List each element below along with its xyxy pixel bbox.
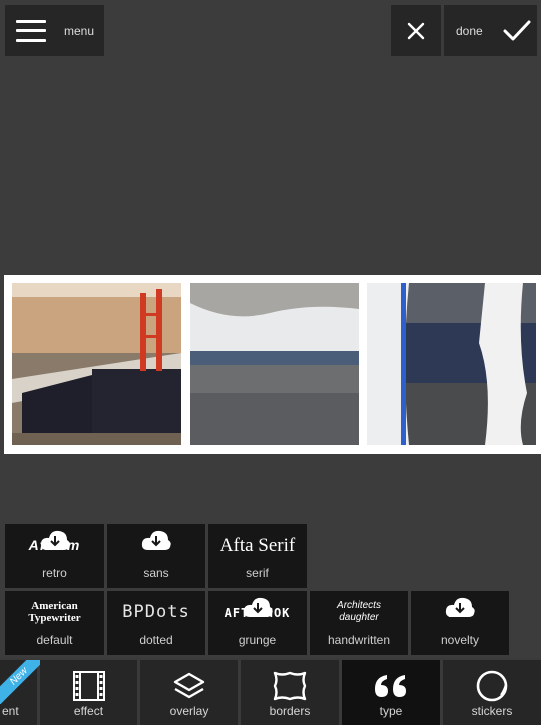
tool-borders[interactable]: borders [241, 660, 339, 725]
cloud-download-icon [40, 530, 70, 550]
tool-label: effect [73, 704, 104, 718]
checkmark-icon [503, 20, 531, 40]
border-frame-icon [272, 668, 308, 704]
tool-effect[interactable]: effect [40, 660, 137, 725]
done-label: done [456, 23, 483, 38]
font-tile-default[interactable]: American Typewriter default [5, 591, 104, 655]
tool-label: borders [269, 704, 311, 718]
bottom-toolbar: New ent effect overlay borders type stic… [0, 658, 541, 725]
tool-type[interactable]: type [342, 660, 440, 725]
font-name: novelty [440, 633, 480, 647]
photo-2[interactable] [190, 283, 359, 445]
close-button[interactable] [391, 5, 441, 56]
tool-adjustment[interactable]: New ent [0, 660, 44, 725]
tool-label: overlay [169, 704, 209, 718]
font-sample: American Typewriter [28, 600, 81, 624]
circle-sticker-icon [474, 668, 510, 704]
menu-button[interactable]: menu [5, 5, 104, 56]
tool-label: stickers [471, 704, 513, 718]
font-tile-dotted[interactable]: BPDots dotted [107, 591, 205, 655]
film-frame-icon [71, 668, 107, 704]
font-tile-sans[interactable]: A h sans [107, 524, 205, 588]
font-tile-retro[interactable]: AfASm retro [5, 524, 104, 588]
font-tile-serif[interactable]: Afta Serif serif [208, 524, 307, 588]
cloud-download-icon [141, 530, 171, 550]
tool-overlay[interactable]: overlay [140, 660, 238, 725]
font-tile-grunge[interactable]: AFTE HOK grunge [208, 591, 307, 655]
font-sample: Architects daughter [337, 600, 381, 623]
font-sample: Afta Serif [219, 535, 296, 556]
photo-strip [4, 275, 541, 454]
hamburger-icon [16, 19, 46, 42]
cloud-download-icon [243, 597, 273, 617]
close-icon [407, 22, 425, 39]
font-tile-novelty[interactable]: Z b novelty [411, 591, 509, 655]
font-tile-handwritten[interactable]: Architects daughter handwritten [310, 591, 408, 655]
tool-stickers[interactable]: stickers [443, 660, 541, 725]
font-name: retro [42, 566, 67, 580]
tool-label: ent [2, 704, 19, 718]
tool-label: type [379, 704, 403, 718]
layers-icon [171, 668, 207, 704]
font-name: serif [246, 566, 269, 580]
font-sample: BPDots [122, 602, 190, 622]
photo-3[interactable] [367, 283, 536, 445]
font-name: handwritten [327, 633, 391, 647]
font-name: grunge [238, 633, 277, 647]
photo-1[interactable] [12, 283, 181, 445]
quote-icon [373, 668, 409, 704]
font-name: sans [143, 566, 169, 580]
font-name: default [36, 633, 73, 647]
cloud-download-icon [445, 597, 475, 617]
new-badge: New [0, 660, 44, 704]
font-name: dotted [139, 633, 173, 647]
done-button[interactable]: done [444, 5, 537, 56]
menu-label: menu [64, 23, 95, 38]
